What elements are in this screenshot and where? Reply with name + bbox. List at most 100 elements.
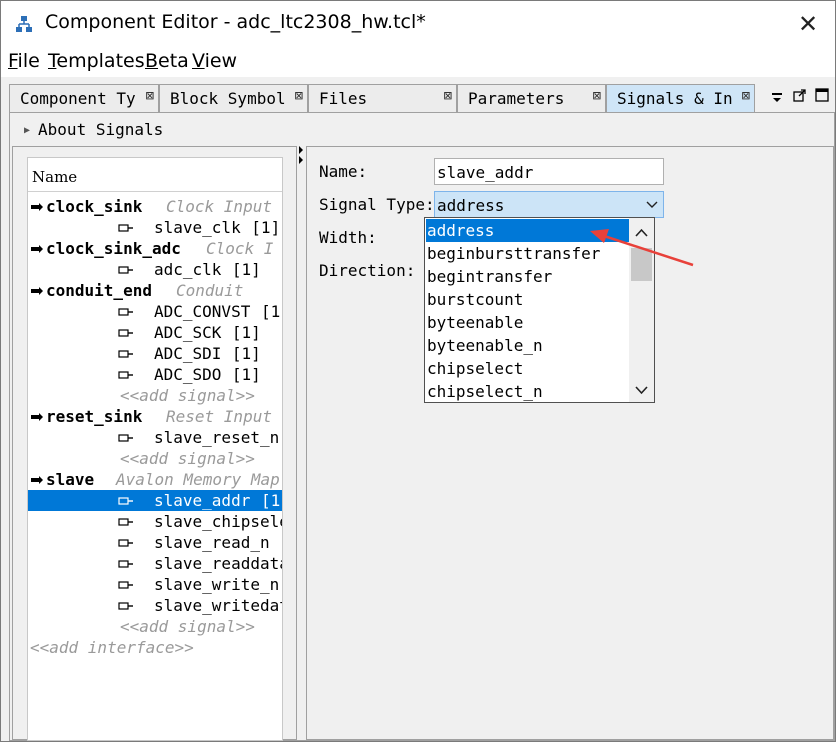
add-signal-label: <<add signal>> xyxy=(120,386,255,405)
menu-beta[interactable]: Beta xyxy=(145,50,189,72)
tab-parameters[interactable]: Parameters ⊠ xyxy=(457,84,606,112)
signal-port-icon xyxy=(118,602,133,610)
dropdown-option[interactable]: byteenable_n xyxy=(426,334,629,357)
component-editor-window: Component Editor - adc_ltc2308_hw.tcl* ✕… xyxy=(0,0,836,742)
tab-bar: Component Ty ⊠ Block Symbol ⊠ Files ⊠ Pa… xyxy=(9,84,835,112)
signal-port-icon xyxy=(118,350,133,358)
signal-width: [1] xyxy=(231,344,261,363)
interface-name: clock_sink xyxy=(46,197,143,216)
scroll-down-icon[interactable] xyxy=(631,378,652,402)
tab-close-icon[interactable]: ⊠ xyxy=(292,88,303,104)
signal-type-label: Signal Type: xyxy=(319,195,435,214)
signal-name: slave_read_n xyxy=(154,533,270,552)
interface-name: slave xyxy=(46,470,95,489)
signal-row[interactable]: adc_clk [1] xyxy=(28,259,282,280)
menu-file[interactable]: File xyxy=(8,50,40,72)
signal-name: ADC_SCK xyxy=(154,323,222,342)
add-signal-row[interactable]: <<add signal>> xyxy=(28,385,282,406)
close-icon[interactable]: ✕ xyxy=(793,9,823,39)
splitter-handle[interactable] xyxy=(298,146,306,740)
tab-list-icon[interactable] xyxy=(771,88,783,102)
signal-row[interactable]: slave_readdata xyxy=(28,553,283,574)
signal-port-icon xyxy=(118,224,133,232)
interface-row[interactable]: conduit_end Conduit xyxy=(28,280,282,301)
add-interface-row[interactable]: <<add interface>> xyxy=(28,637,282,658)
signal-width: [1 xyxy=(261,302,281,321)
add-signal-label: <<add signal>> xyxy=(120,617,255,636)
interface-row[interactable]: reset_sink Reset Input xyxy=(28,406,282,427)
tab-close-icon[interactable]: ⊠ xyxy=(590,88,601,104)
undock-icon[interactable] xyxy=(793,88,807,102)
signal-name: ADC_SDI xyxy=(154,344,222,363)
signal-name: slave_clk xyxy=(154,218,241,237)
width-label: Width: xyxy=(319,228,377,247)
signal-name: adc_clk xyxy=(154,260,222,279)
signal-row[interactable]: ADC_SDI [1] xyxy=(28,343,282,364)
dropdown-option[interactable]: chipselect_n xyxy=(426,380,629,402)
signal-name: slave_write_n xyxy=(154,575,280,594)
interface-icon xyxy=(31,413,43,421)
signal-port-icon xyxy=(118,497,133,505)
add-signal-row[interactable]: <<add signal>> xyxy=(28,448,282,469)
signal-row[interactable]: slave_chipselec xyxy=(28,511,282,532)
interface-name: reset_sink xyxy=(46,407,143,426)
add-interface-label: <<add interface>> xyxy=(30,638,194,657)
interface-row[interactable]: clock_sink Clock Input xyxy=(28,196,282,217)
tab-close-icon[interactable]: ⊠ xyxy=(739,88,750,104)
interface-name: clock_sink_adc xyxy=(46,239,181,258)
signal-name: slave_readdata xyxy=(154,554,283,573)
signal-row[interactable]: ADC_SDO [1] xyxy=(28,364,282,385)
signal-row[interactable]: slave_addr [1 xyxy=(28,490,282,511)
interface-icon xyxy=(31,203,43,211)
tab-files[interactable]: Files ⊠ xyxy=(308,84,457,112)
title-bar[interactable]: Component Editor - adc_ltc2308_hw.tcl* ✕ xyxy=(1,1,835,47)
signal-row[interactable]: slave_write_n xyxy=(28,574,282,595)
signal-name: ADC_SDO xyxy=(154,365,222,384)
signal-row[interactable]: ADC_CONVST [1 xyxy=(28,301,282,322)
menu-templates[interactable]: Templates xyxy=(48,50,145,72)
annotation-arrow xyxy=(590,229,694,267)
chevron-down-icon xyxy=(646,201,658,208)
signal-port-icon xyxy=(118,266,133,274)
maximize-icon[interactable] xyxy=(815,88,829,102)
menu-bar: File Templates Beta View xyxy=(1,47,835,77)
signal-row[interactable]: slave_reset_n xyxy=(28,427,282,448)
interface-icon xyxy=(31,476,43,484)
dropdown-option[interactable]: burstcount xyxy=(426,288,629,311)
tab-close-icon[interactable]: ⊠ xyxy=(143,88,154,104)
interface-type: Clock I xyxy=(206,239,274,258)
interface-name: conduit_end xyxy=(46,281,152,300)
signal-port-icon xyxy=(118,560,133,568)
dropdown-option[interactable]: byteenable xyxy=(426,311,629,334)
dropdown-option[interactable]: chipselect xyxy=(426,357,629,380)
about-signals-toggle[interactable]: ▶ About Signals xyxy=(24,120,163,139)
signal-name: slave_addr xyxy=(154,491,251,510)
tab-signals-interfaces[interactable]: Signals & In ⊠ xyxy=(606,84,755,112)
name-field[interactable]: slave_addr xyxy=(434,158,664,185)
add-signal-row[interactable]: <<add signal>> xyxy=(28,616,282,637)
direction-label: Direction: xyxy=(319,261,416,280)
signal-width: [1] xyxy=(251,218,281,237)
signal-row[interactable]: slave_writedata xyxy=(28,595,282,616)
signal-tree[interactable]: Name clock_sink Clock Input slave_clk [1] cl… xyxy=(27,157,283,741)
signal-tree-pane: Name clock_sink Clock Input slave_clk [1] cl… xyxy=(12,146,297,741)
signal-row[interactable]: slave_read_n xyxy=(28,532,282,553)
signal-row[interactable]: slave_clk [1] xyxy=(28,217,282,238)
signal-name: ADC_CONVST xyxy=(154,302,251,321)
interface-row[interactable]: slave Avalon Memory Map xyxy=(28,469,282,490)
tab-block-symbol[interactable]: Block Symbol ⊠ xyxy=(159,84,308,112)
tab-close-icon[interactable]: ⊠ xyxy=(441,88,452,104)
signal-type-select[interactable]: address xyxy=(434,191,664,218)
interface-type: Reset Input xyxy=(166,407,272,426)
signal-width: [1] xyxy=(231,260,261,279)
tab-component-type[interactable]: Component Ty ⊠ xyxy=(9,84,159,112)
signal-port-icon xyxy=(118,434,133,442)
tree-header[interactable]: Name xyxy=(28,158,282,192)
signal-name: slave_reset_n xyxy=(154,428,280,447)
signal-port-icon xyxy=(118,329,133,337)
menu-view[interactable]: View xyxy=(192,50,237,72)
signal-width: [1] xyxy=(231,323,261,342)
signal-width: [1 xyxy=(261,491,281,510)
signal-row[interactable]: ADC_SCK [1] xyxy=(28,322,282,343)
interface-row[interactable]: clock_sink_adc Clock I xyxy=(28,238,282,259)
